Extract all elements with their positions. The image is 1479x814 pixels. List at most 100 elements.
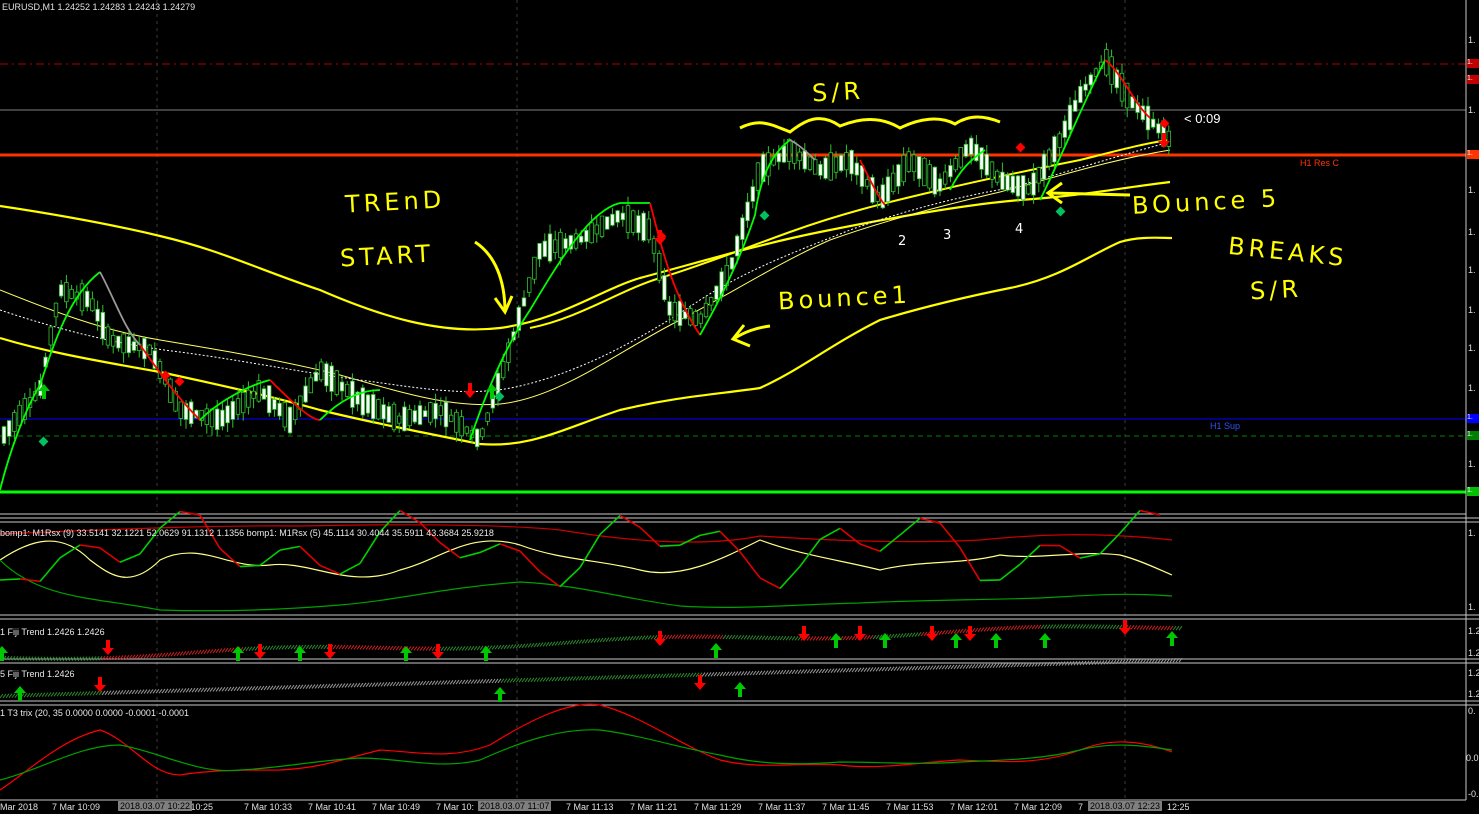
- candle: [553, 230, 558, 260]
- trend-start-arrow: [474, 240, 514, 316]
- candle: [917, 156, 922, 188]
- candle: [303, 376, 308, 404]
- candle: [1083, 76, 1088, 97]
- candle: [116, 335, 121, 352]
- time-crosshair-label: 2018.03.07 11:07: [478, 801, 552, 811]
- time-label: 7 Mar 11:45: [822, 802, 870, 812]
- up-arrow-icon: [830, 633, 842, 648]
- fiji1-pane-title: 1 Fiji Trend 1.2426 1.2426: [0, 627, 105, 637]
- bar-timer: < 0:09: [1184, 111, 1221, 126]
- time-crosshair-label: 2018.03.07 12:23: [1088, 801, 1163, 811]
- candle: [69, 284, 74, 300]
- down-arrow-icon: [694, 675, 706, 690]
- candle: [901, 147, 906, 186]
- candle: [59, 280, 64, 299]
- candle: [953, 154, 958, 173]
- time-label: 7 Mar 10:49: [372, 802, 421, 812]
- time-crosshair-label: 2018.03.07 10:22: [118, 801, 193, 811]
- candle: [272, 397, 277, 417]
- candle: [849, 149, 854, 182]
- time-label: 7 Mar 11:21: [630, 802, 678, 812]
- time-label: 7 Mar 12:09: [1014, 802, 1063, 812]
- candle: [740, 214, 745, 247]
- candle: [657, 250, 662, 284]
- price-tick: 1.: [1468, 305, 1476, 315]
- candle: [111, 328, 116, 354]
- candle: [230, 395, 235, 428]
- trix-axis-mid: 0.0: [1466, 753, 1479, 763]
- price-tick: 1.: [1468, 459, 1476, 469]
- down-arrow-icon: [464, 383, 476, 398]
- pane-separators: [0, 0, 1479, 801]
- time-label: Mar 2018: [0, 802, 39, 812]
- bounce5-arrow: [1045, 181, 1131, 205]
- candle: [85, 286, 90, 312]
- candle: [428, 401, 433, 426]
- candle: [703, 296, 709, 319]
- candle: [1109, 49, 1114, 94]
- candle: [891, 164, 896, 195]
- time-label: 7 Mar 10:41: [308, 802, 357, 812]
- symbol-info: EURUSD,M1 1.24252 1.24283 1.24243 1.2427…: [2, 2, 196, 12]
- candle: [984, 144, 989, 179]
- candle: [256, 373, 261, 403]
- candlestick-series[interactable]: [1, 42, 1171, 451]
- down-arrow-icon: [964, 626, 976, 641]
- candle: [709, 296, 714, 312]
- up-arrow-icon: [1039, 633, 1051, 648]
- h1-sup-label: H1 Sup: [1210, 421, 1241, 431]
- fiji1-axis-top: 1.2: [1468, 626, 1479, 636]
- candle: [1, 425, 7, 446]
- trend-arrows: [0, 133, 1178, 702]
- annotation-breaks-sr: S/R: [1249, 274, 1303, 306]
- price-tick: 1.: [1468, 105, 1476, 115]
- down-arrow-icon: [94, 677, 106, 692]
- time-label: 7 Mar 10:: [436, 802, 475, 812]
- candle: [422, 406, 428, 418]
- rsx-pane-title: bomp1: M1Rsx (9) 33.5141 32.1221 52.0629…: [0, 528, 494, 538]
- candle: [464, 425, 469, 437]
- candle: [1119, 63, 1125, 107]
- candle: [521, 290, 527, 307]
- sr-squiggle: [739, 115, 1001, 134]
- candle: [147, 344, 152, 356]
- candle: [339, 376, 345, 401]
- up-arrow-icon: [879, 633, 891, 648]
- up-arrow-icon: [1166, 631, 1178, 646]
- up-arrow-icon: [14, 686, 26, 701]
- candle: [599, 215, 605, 239]
- up-arrow-icon: [494, 687, 506, 702]
- fiji5-pane-title: 5 Fiji Trend 1.2426: [0, 669, 75, 679]
- candle: [100, 304, 105, 346]
- candle: [1026, 178, 1031, 196]
- candle: [802, 143, 807, 173]
- time-label: 7 Mar 12:01: [950, 802, 999, 812]
- candle: [641, 210, 646, 243]
- candle: [334, 369, 339, 397]
- trix-pane-title: 1 T3 trix (20, 35 0.0000 0.0000 -0.0001 …: [0, 708, 189, 718]
- candle: [532, 256, 537, 285]
- signal-diamonds: [38, 118, 1170, 447]
- candle: [807, 155, 813, 172]
- down-arrow-icon: [102, 640, 114, 655]
- price-tick: 1.: [1468, 383, 1476, 393]
- candle: [480, 427, 485, 440]
- candle: [943, 164, 948, 190]
- candle: [412, 404, 417, 425]
- price-level-tag: 1.: [1467, 59, 1479, 68]
- candle: [1156, 118, 1161, 139]
- candle: [298, 395, 303, 417]
- candle: [542, 233, 547, 258]
- candle: [485, 411, 490, 426]
- time-label: 7: [1078, 802, 1084, 812]
- candle: [667, 296, 672, 324]
- candle: [615, 209, 620, 228]
- candle: [781, 139, 787, 164]
- price-chart[interactable]: [0, 0, 1479, 814]
- candle: [386, 402, 391, 424]
- candle: [1021, 175, 1026, 206]
- candle: [126, 330, 131, 358]
- candle: [885, 168, 891, 206]
- candle: [1000, 162, 1005, 190]
- time-label: 7 Mar 10:09: [52, 802, 101, 812]
